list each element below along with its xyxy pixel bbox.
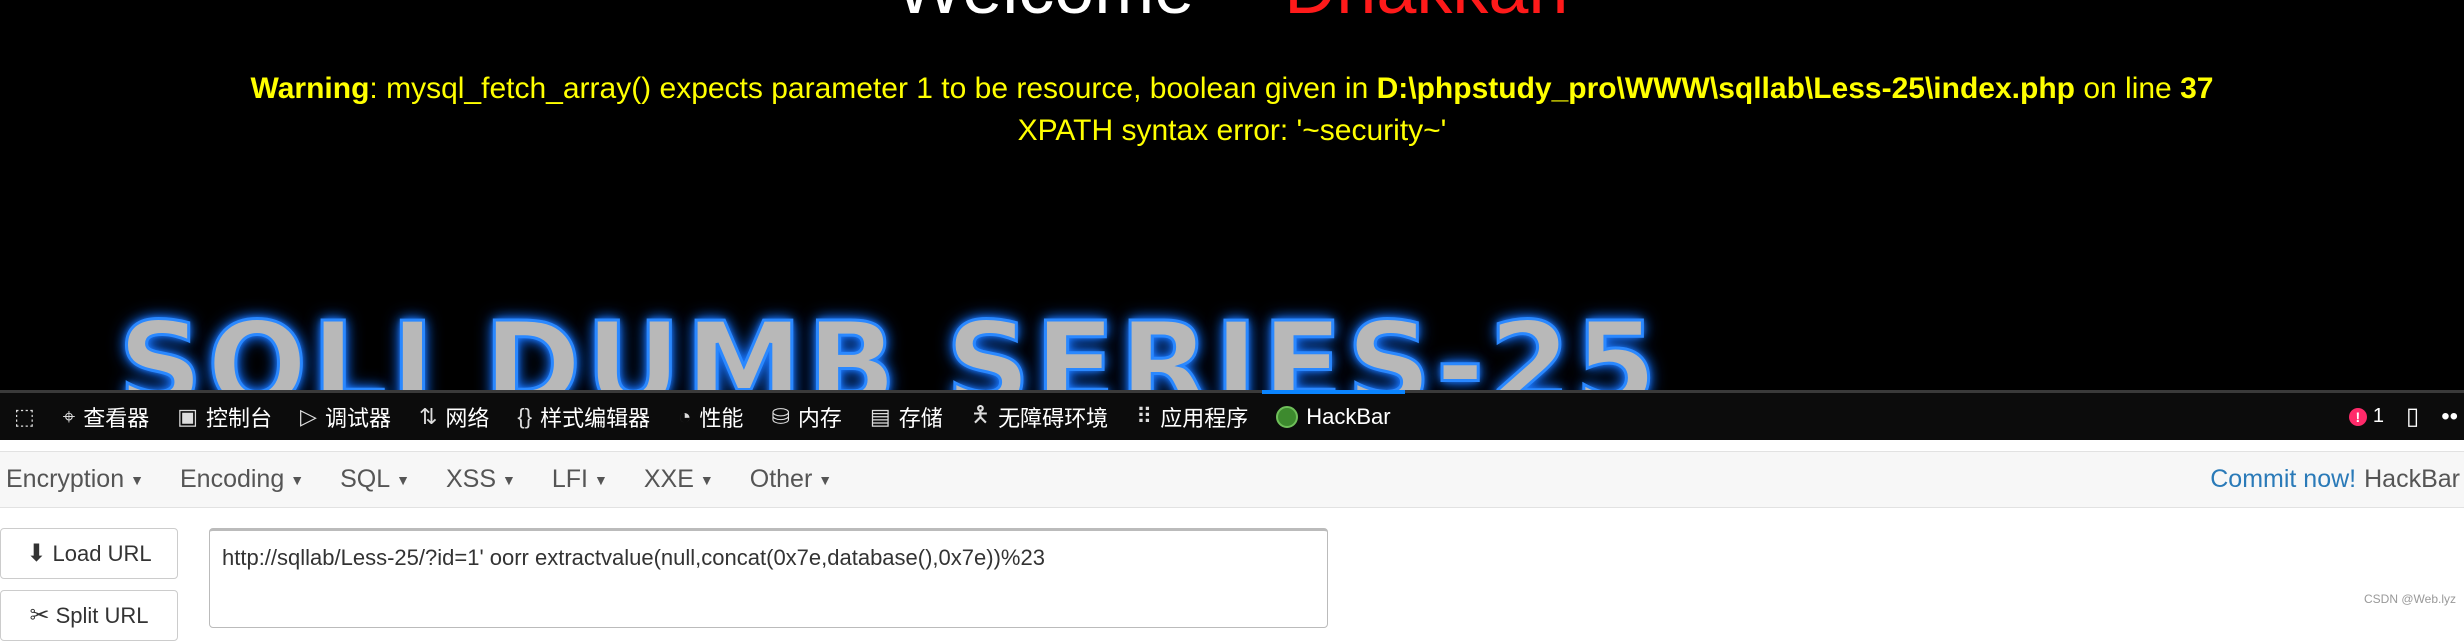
responsive-mode-icon[interactable]: ▯ [2406,402,2419,431]
application-icon: ⠿ [1136,403,1153,429]
warning-on-line: on line [2074,72,2181,105]
welcome-text: Welcome [896,0,1195,29]
welcome-heading: Welcome Dhakkan [0,0,2464,30]
error-count: 1 [2372,405,2384,427]
tab-storage[interactable]: ▤ 存储 [856,393,957,440]
caret-down-icon: ▼ [594,472,608,489]
warning-message: : mysql_fetch_array() expects parameter … [369,72,1377,105]
storage-icon: ▤ [869,403,891,429]
tab-label: 性能 [699,405,744,431]
menu-label: LFI [551,465,588,493]
button-label: Split URL [55,602,149,628]
hackbar-brand: HackBar [2364,465,2460,493]
performance-icon: ◔ [678,403,692,429]
tab-network[interactable]: ⇅ 网络 [405,393,503,440]
caret-down-icon: ▼ [818,472,833,489]
php-warning: Warning: mysql_fetch_array() expects par… [0,72,2464,106]
memory-icon: ⛁ [771,403,790,429]
tab-console[interactable]: ▣ 控制台 [163,393,286,440]
error-icon: ! [2348,407,2367,426]
inspector-icon: ⌖ [62,403,76,429]
tab-label: 应用程序 [1160,405,1249,431]
menu-encryption[interactable]: Encryption ▼ [6,465,144,494]
caret-down-icon: ▼ [502,472,516,489]
tab-label: 调试器 [324,405,391,431]
tab-label: 无障碍环境 [998,405,1109,431]
tab-label: 控制台 [206,405,273,431]
menu-label: Encoding [179,465,285,493]
load-url-button[interactable]: ⬇ Load URL [0,528,178,579]
tab-application[interactable]: ⠿ 应用程序 [1122,393,1262,440]
tab-style-editor[interactable]: {} 样式编辑器 [503,393,664,440]
tab-label: 查看器 [83,405,150,431]
menu-label: Encryption [6,465,125,493]
caret-down-icon: ▼ [130,472,144,489]
console-icon: ▣ [177,403,198,429]
menu-sql[interactable]: SQL ▼ [340,465,410,494]
commit-now-link[interactable]: Commit now! [2210,465,2356,494]
banner-image: SQLI DUMB SERIES-25 [117,295,1661,391]
xpath-error: XPATH syntax error: '~security~' [1017,114,1447,147]
devtools-toolbar: ⬚ ⌖ 查看器 ▣ 控制台 ▷ 调试器 ⇅ 网络 {} 样式编辑器 ◔ 性能 ⛁ 内存 ▤ 存储… [0,390,2464,440]
scissors-icon: ✂ [29,602,50,629]
menu-label: Other [749,465,813,493]
debugger-icon: ▷ [300,403,317,429]
menu-xss[interactable]: XSS ▼ [446,465,516,494]
tab-performance[interactable]: ◔ 性能 [664,393,757,440]
warning-line: 37 [2180,72,2214,105]
error-indicator[interactable]: ! 1 [2348,405,2384,428]
tab-label: HackBar [1306,403,1391,429]
button-label: Load URL [52,540,152,566]
menu-label: SQL [340,465,391,493]
warning-label: Warning [250,72,370,105]
cloud-download-icon: ⬇ [26,540,47,567]
menu-encoding[interactable]: Encoding ▼ [180,465,304,494]
tab-label: 网络 [445,405,490,431]
menu-label: XXE [643,465,694,493]
tab-accessibility[interactable]: 🯅 无障碍环境 [957,393,1122,440]
devtools-right-controls: ! 1 ▯ •• [2348,393,2464,440]
page-content: Welcome Dhakkan Warning: mysql_fetch_arra… [0,0,2464,390]
tab-inspector[interactable]: ⌖ 查看器 [49,393,163,440]
tab-label: 样式编辑器 [540,405,651,431]
picker-icon: ⬚ [14,403,35,429]
caret-down-icon: ▼ [699,472,714,489]
tab-hackbar[interactable]: HackBar [1262,390,1405,440]
menu-other[interactable]: Other ▼ [750,465,832,494]
menu-xxe[interactable]: XXE ▼ [644,465,714,494]
commit-area: Commit now! HackBar [2210,452,2460,507]
warning-file: D:\phpstudy_pro\WWW\sqllab\Less-25\index… [1376,72,2075,105]
watermark: CSDN @Web.lyz [2364,592,2456,606]
tab-debugger[interactable]: ▷ 调试器 [286,393,405,440]
accessibility-icon: 🯅 [970,401,991,427]
split-url-button[interactable]: ✂ Split URL [0,590,178,641]
url-input[interactable]: http://sqllab/Less-25/?id=1' oorr extrac… [209,528,1328,628]
menu-lfi[interactable]: LFI ▼ [552,465,608,494]
menu-label: XSS [445,465,497,493]
network-icon: ⇅ [418,403,438,429]
caret-down-icon: ▼ [290,472,305,489]
style-editor-icon: {} [517,403,533,429]
tab-memory[interactable]: ⛁ 内存 [757,393,855,440]
more-options-icon[interactable]: •• [2441,403,2458,431]
hackbar-icon [1276,405,1299,428]
hackbar-menu: Encryption ▼ Encoding ▼ SQL ▼ XSS ▼ LFI ▼ XXE… [0,451,2464,508]
user-name: Dhakkan [1284,0,1568,29]
picker-button[interactable]: ⬚ [0,393,49,440]
tab-label: 内存 [797,405,842,431]
tab-label: 存储 [898,405,943,431]
caret-down-icon: ▼ [396,472,410,489]
